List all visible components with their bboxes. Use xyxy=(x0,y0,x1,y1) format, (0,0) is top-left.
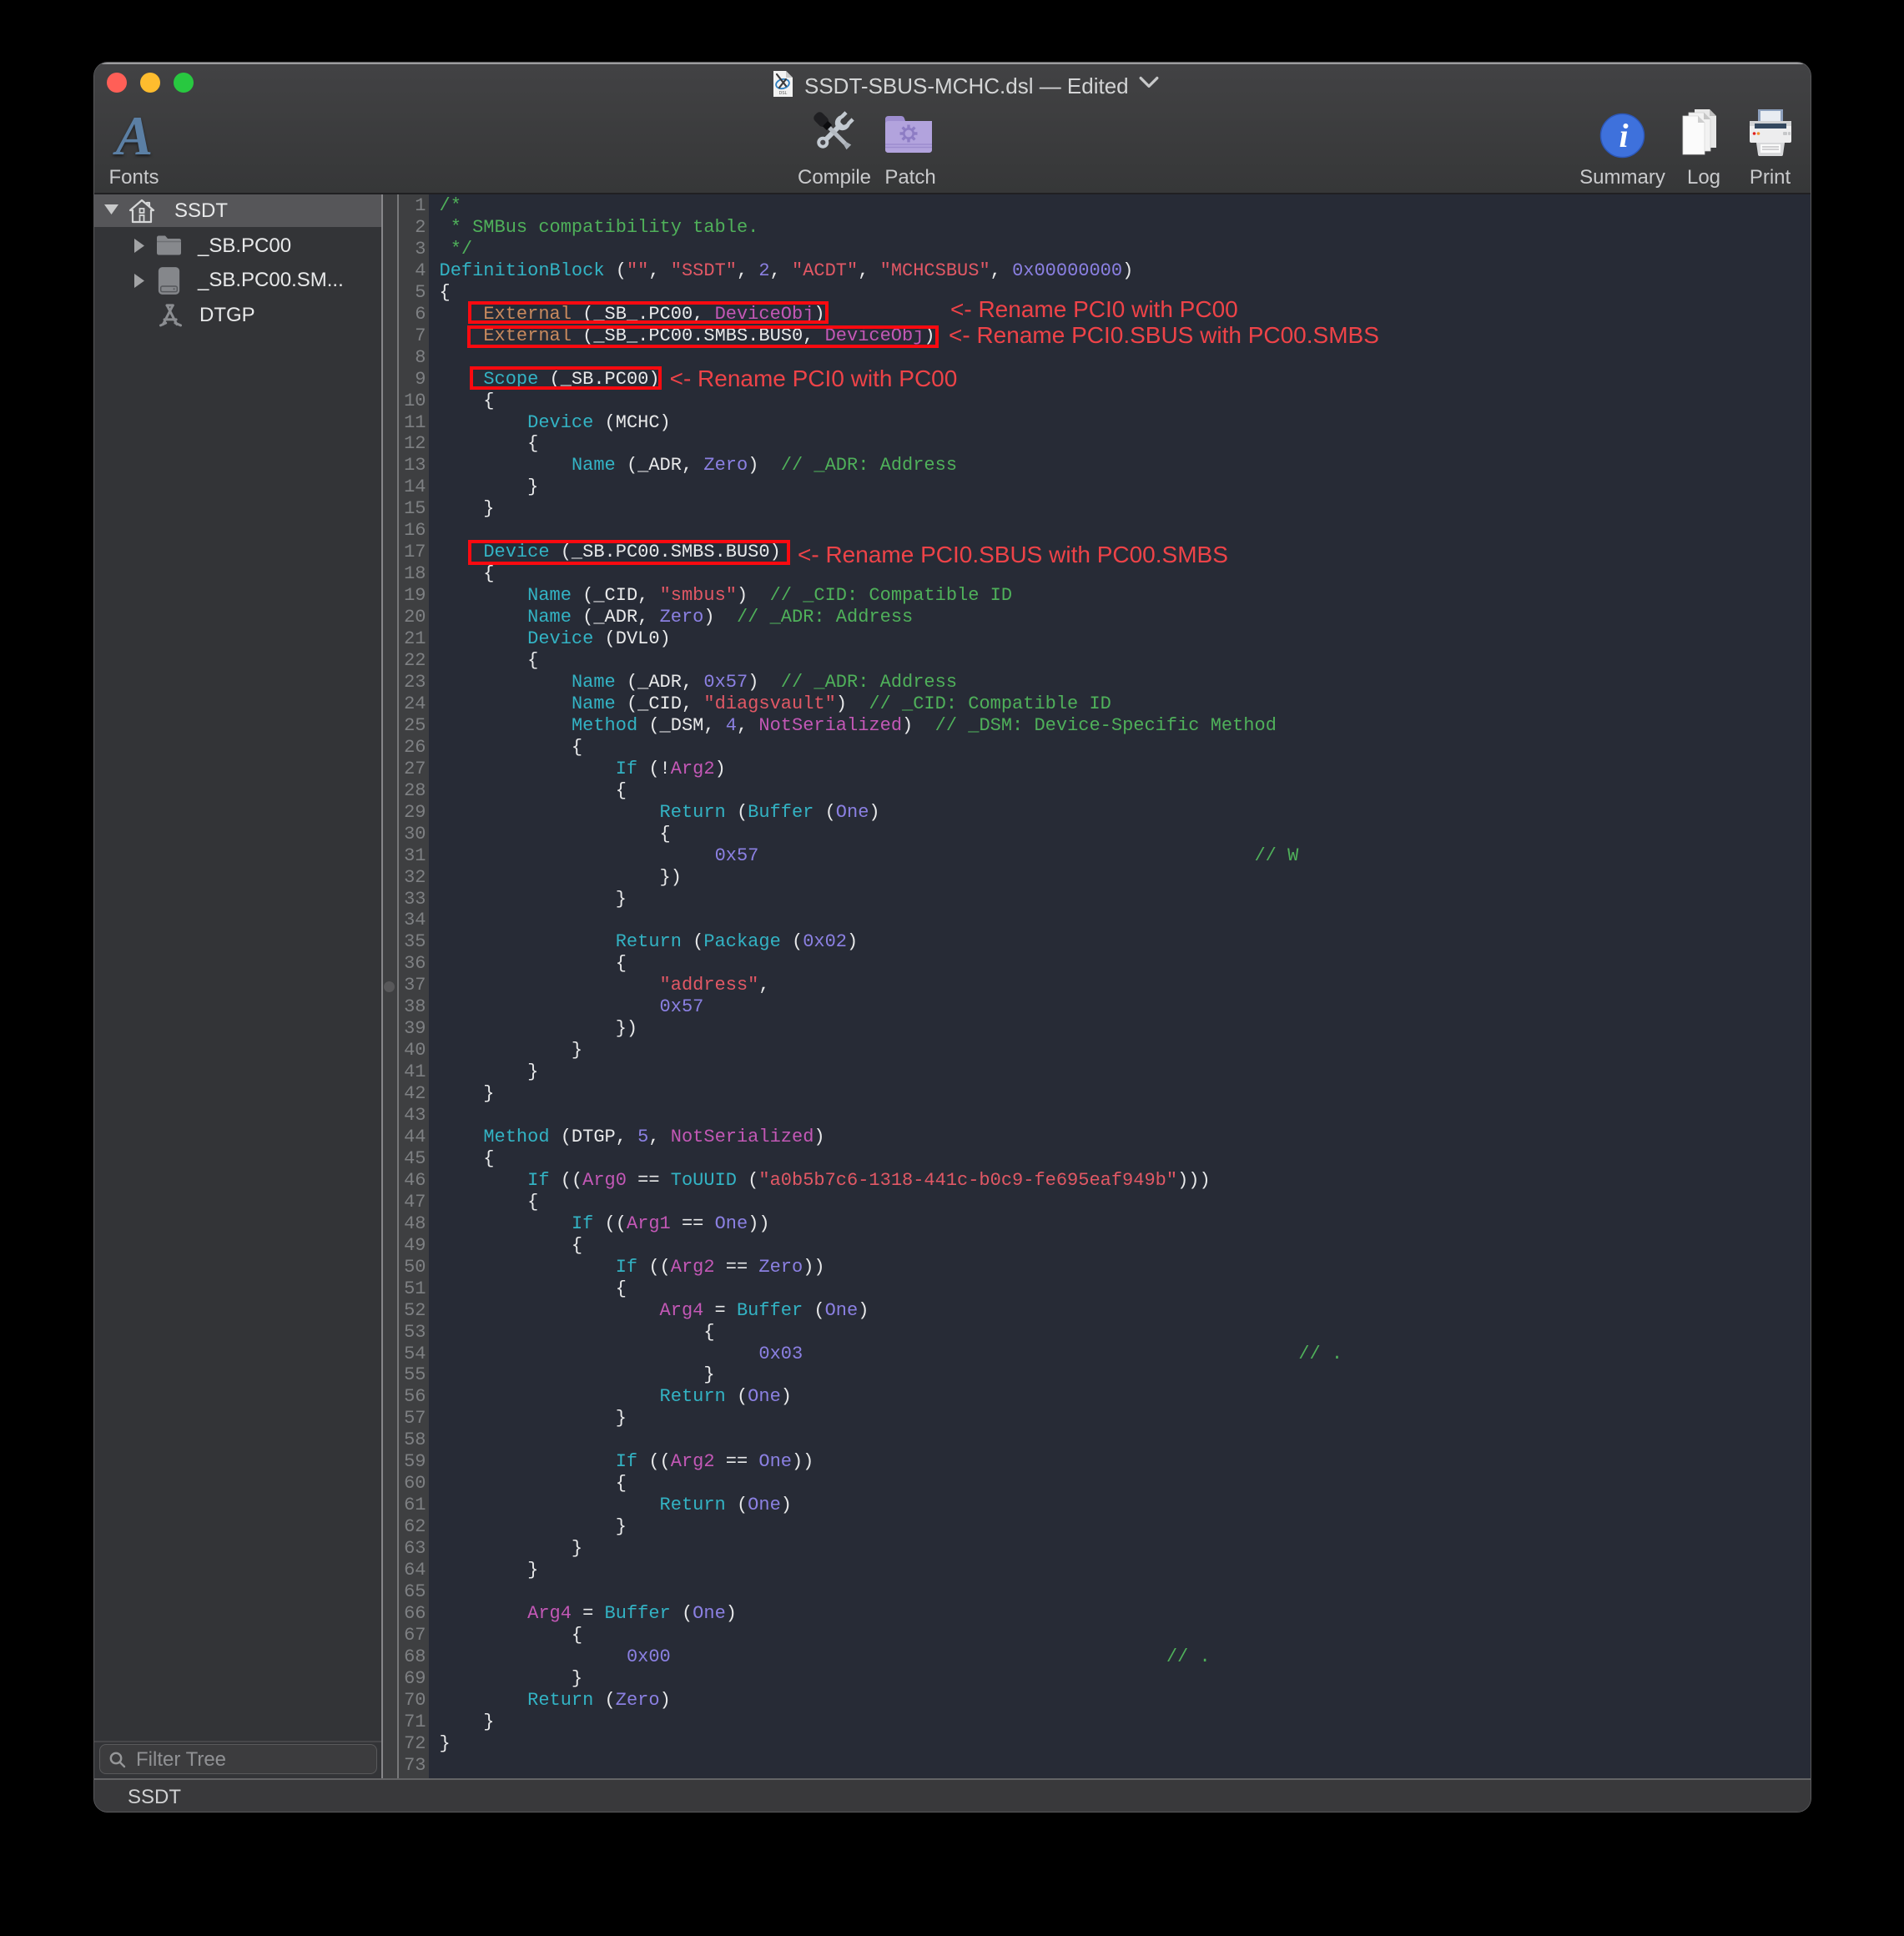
svg-text:DSL: DSL xyxy=(779,91,788,96)
svg-text:i: i xyxy=(1619,117,1628,154)
